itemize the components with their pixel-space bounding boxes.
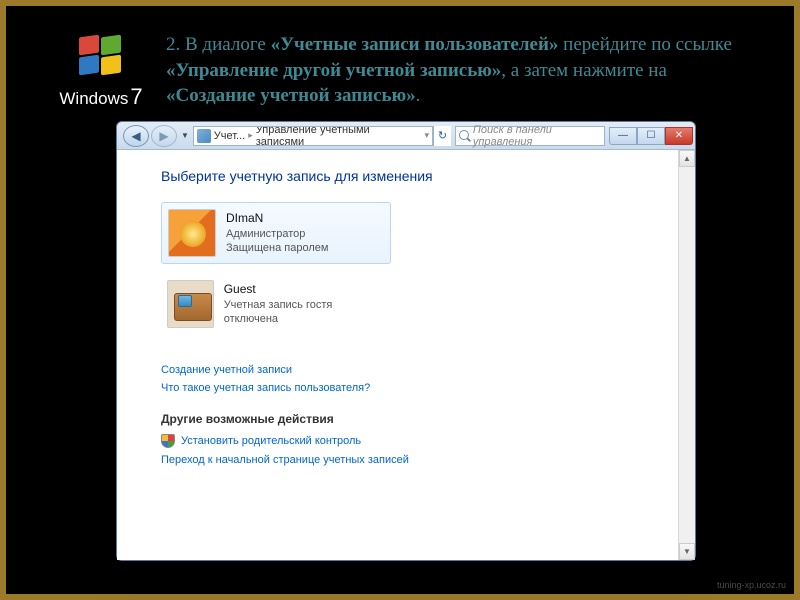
search-placeholder: Поиск в панели управления: [473, 124, 601, 148]
window-client-area: Выберите учетную запись для изменения DI…: [117, 150, 695, 560]
scroll-down-button[interactable]: ▼: [679, 543, 695, 560]
breadcrumb-segment[interactable]: Учет...: [214, 130, 245, 142]
scroll-track[interactable]: [679, 167, 695, 543]
control-panel-icon: [197, 129, 211, 143]
titlebar: ◀ ▶ ▼ Учет... ▸ Управление учетными запи…: [117, 122, 695, 150]
account-status: Защищена паролем: [226, 241, 328, 255]
back-button[interactable]: ◀: [123, 125, 149, 147]
logo-text: Windows: [59, 89, 128, 108]
chevron-down-icon[interactable]: ▾: [424, 130, 429, 141]
other-actions-heading: Другие возможные действия: [161, 412, 654, 426]
user-accounts-window: ◀ ▶ ▼ Учет... ▸ Управление учетными запи…: [116, 121, 696, 561]
refresh-button[interactable]: ↻: [433, 126, 451, 146]
account-status: Учетная запись гостя отключена: [224, 298, 385, 327]
parental-control-link[interactable]: Установить родительский контроль: [161, 434, 654, 448]
nav-history-dropdown[interactable]: ▼: [179, 125, 191, 147]
windows-flag-icon: [77, 34, 125, 78]
create-account-link[interactable]: Создание учетной записи: [161, 364, 654, 376]
search-icon: [459, 130, 470, 142]
vertical-scrollbar[interactable]: ▲ ▼: [678, 150, 695, 560]
instruction-text: 2. В диалоге «Учетные записи пользовател…: [166, 32, 754, 109]
window-controls: — ☐ ✕: [609, 127, 693, 145]
account-name: Guest: [224, 282, 385, 298]
slide-frame: Windows7 2. В диалоге «Учетные записи по…: [0, 0, 800, 600]
chevron-right-icon: ▸: [248, 130, 253, 141]
windows-logo: Windows7: [46, 34, 156, 110]
accounts-home-link[interactable]: Переход к начальной странице учетных зап…: [161, 454, 654, 466]
shield-icon: [161, 434, 175, 448]
maximize-button[interactable]: ☐: [637, 127, 665, 145]
close-button[interactable]: ✕: [665, 127, 693, 145]
search-input[interactable]: Поиск в панели управления: [455, 126, 605, 146]
address-bar[interactable]: Учет... ▸ Управление учетными записями ▾: [193, 126, 433, 146]
avatar: [167, 280, 214, 328]
forward-button[interactable]: ▶: [151, 125, 177, 147]
watermark: tuning-xp.ucoz.ru: [717, 580, 786, 590]
what-is-account-link[interactable]: Что такое учетная запись пользователя?: [161, 382, 654, 394]
account-item[interactable]: DImaN Администратор Защищена паролем: [161, 202, 391, 264]
logo-version: 7: [130, 84, 142, 109]
link-label: Установить родительский контроль: [181, 435, 361, 447]
account-item[interactable]: Guest Учетная запись гостя отключена: [161, 274, 391, 334]
account-role: Администратор: [226, 227, 328, 241]
scroll-up-button[interactable]: ▲: [679, 150, 695, 167]
avatar: [168, 209, 216, 257]
page-heading: Выберите учетную запись для изменения: [161, 168, 654, 184]
breadcrumb-segment[interactable]: Управление учетными записями: [256, 126, 419, 146]
minimize-button[interactable]: —: [609, 127, 637, 145]
account-name: DImaN: [226, 211, 328, 227]
